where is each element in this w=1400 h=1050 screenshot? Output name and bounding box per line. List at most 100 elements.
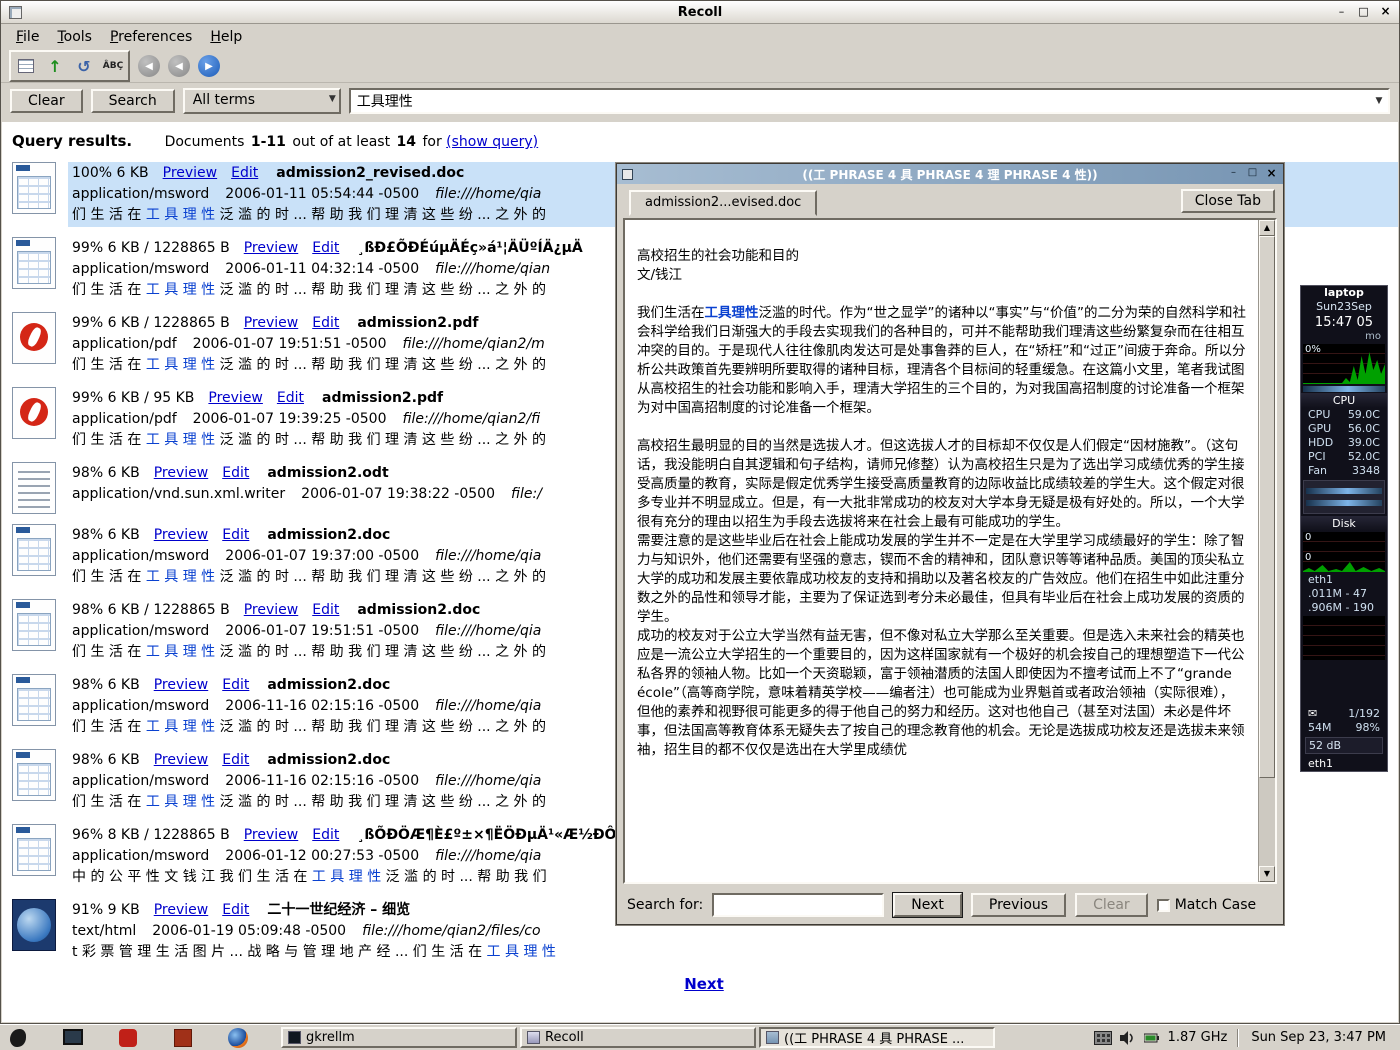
result-edit-link[interactable]: Edit	[222, 752, 249, 768]
gk-cpu-section-label: CPU	[1301, 393, 1387, 408]
query-history-dropdown[interactable]: ▼	[1370, 90, 1388, 112]
rebuild-icon[interactable]: ↺	[71, 54, 97, 78]
media-player-icon[interactable]	[116, 1027, 140, 1049]
close-tab-button[interactable]: Close Tab	[1181, 189, 1275, 213]
result-preview-link[interactable]: Preview	[163, 165, 218, 181]
result-preview-link[interactable]: Preview	[154, 527, 209, 543]
window-icon	[527, 1031, 540, 1044]
menu-item-file[interactable]: File	[7, 26, 48, 48]
search-bar: Clear Search All terms ▼ ▼	[1, 83, 1399, 119]
gk-disk-section-label: Disk	[1301, 516, 1387, 531]
preview-close-icon[interactable]: ×	[1264, 166, 1279, 181]
title-bar[interactable]: Recoll – □ ×	[1, 1, 1399, 24]
gk-temp-label: CPU	[1308, 408, 1330, 422]
find-clear-button[interactable]: Clear	[1075, 893, 1148, 917]
result-edit-link[interactable]: Edit	[222, 465, 249, 481]
result-edit-link[interactable]: Edit	[231, 165, 258, 181]
gk-temp-row: HDD39.0C	[1301, 436, 1387, 450]
result-preview-link[interactable]: Preview	[244, 240, 299, 256]
result-url: file:/	[511, 486, 542, 502]
taskbar-window-button[interactable]: Recoll	[520, 1027, 756, 1048]
taskbar-window-button[interactable]: ((工 PHRASE 4 具 PHRASE ...	[759, 1027, 995, 1048]
minimize-icon[interactable]: –	[1333, 4, 1350, 20]
scrollbar-thumb[interactable]	[1259, 236, 1275, 778]
menu-item-tools[interactable]: Tools	[48, 26, 101, 48]
scrollbar-track[interactable]	[1259, 236, 1275, 866]
result-edit-link[interactable]: Edit	[312, 315, 339, 331]
maximize-icon[interactable]: □	[1355, 4, 1372, 20]
close-icon[interactable]: ×	[1377, 4, 1394, 20]
result-preview-link[interactable]: Preview	[244, 602, 299, 618]
gk-krell-2[interactable]	[1306, 500, 1382, 506]
find-previous-button[interactable]: Previous	[971, 893, 1066, 917]
gk-temp-row: GPU56.0C	[1301, 422, 1387, 436]
result-edit-link[interactable]: Edit	[277, 390, 304, 406]
result-preview-link[interactable]: Preview	[244, 827, 299, 843]
result-edit-link[interactable]: Edit	[312, 240, 339, 256]
taskbar-clock: Sun Sep 23, 3:47 PM	[1251, 1030, 1386, 1045]
result-edit-link[interactable]: Edit	[312, 827, 339, 843]
result-url: file:///home/qian2/fi	[402, 411, 540, 427]
package-icon[interactable]	[171, 1027, 195, 1049]
snippet-text: 们 生 活 在	[72, 357, 146, 373]
result-url: file:///home/qian2/m	[402, 336, 544, 352]
scroll-down-icon[interactable]: ▼	[1259, 866, 1275, 882]
preview-minimize-icon[interactable]: –	[1226, 166, 1241, 181]
menu-item-preferences[interactable]: Preferences	[101, 26, 201, 48]
term-explorer-icon[interactable]: ÂBÇ	[100, 54, 126, 78]
result-preview-link[interactable]: Preview	[208, 390, 263, 406]
match-case-option[interactable]: Match Case	[1157, 897, 1256, 913]
screen-icon[interactable]	[61, 1027, 85, 1049]
volume-icon[interactable]	[1120, 1031, 1136, 1045]
search-mode-select[interactable]: All terms ▼	[183, 88, 341, 114]
preview-tab[interactable]: admission2...evised.doc	[629, 190, 817, 216]
footprint-icon[interactable]	[6, 1027, 30, 1049]
pagination: Next	[10, 974, 1398, 993]
toolbar: ↑ ↺ ÂBÇ ◀ ◀ ▶	[1, 50, 1399, 83]
result-preview-link[interactable]: Preview	[154, 752, 209, 768]
next-page-link[interactable]: Next	[684, 975, 724, 993]
result-preview-link[interactable]: Preview	[154, 902, 209, 918]
nav-forward-icon[interactable]: ▶	[198, 55, 220, 77]
update-index-icon[interactable]: ↑	[42, 54, 68, 78]
gk-sensor-panel	[1303, 480, 1385, 514]
match-case-checkbox[interactable]	[1157, 899, 1170, 912]
gk-net-tx-row: .906M - 190	[1301, 601, 1387, 615]
find-next-button[interactable]: Next	[893, 893, 962, 917]
doc-history-icon[interactable]	[13, 54, 39, 78]
clear-button[interactable]: Clear	[10, 89, 83, 113]
result-url: file:///home/qia	[435, 698, 541, 714]
result-preview-link[interactable]: Preview	[244, 315, 299, 331]
battery-icon[interactable]	[1144, 1032, 1160, 1044]
result-mime-type: application/msword	[72, 186, 209, 202]
taskbar-window-button[interactable]: gkrellm	[281, 1027, 517, 1048]
nav-first-icon[interactable]: ◀	[138, 55, 160, 77]
green-arrow-icon: ↑	[48, 57, 61, 76]
gk-temp-value: 52.0C	[1348, 450, 1380, 464]
result-edit-link[interactable]: Edit	[222, 527, 249, 543]
firefox-icon[interactable]	[226, 1027, 250, 1049]
nav-back-icon[interactable]: ◀	[168, 55, 190, 77]
docs-middle: out of at least	[292, 134, 390, 150]
preview-tab-bar: admission2...evised.doc Close Tab	[617, 184, 1283, 216]
preview-search-input[interactable]	[712, 893, 884, 917]
show-query-link[interactable]: (show query)	[446, 134, 538, 150]
gk-cpu-krell[interactable]	[1303, 386, 1385, 392]
result-preview-link[interactable]: Preview	[154, 465, 209, 481]
result-preview-link[interactable]: Preview	[154, 677, 209, 693]
gk-krell-1[interactable]	[1306, 488, 1382, 494]
menu-item-help[interactable]: Help	[201, 26, 251, 48]
keyboard-layout-icon[interactable]	[1094, 1031, 1112, 1045]
search-input[interactable]	[351, 93, 1370, 109]
preview-title-bar[interactable]: ((工 PHRASE 4 具 PHRASE 4 理 PHRASE 4 性)) –…	[617, 164, 1283, 184]
scroll-up-icon[interactable]: ▲	[1259, 220, 1275, 236]
result-edit-link[interactable]: Edit	[312, 602, 339, 618]
search-button[interactable]: Search	[91, 89, 175, 113]
preview-maximize-icon[interactable]: □	[1245, 166, 1260, 181]
preview-scrollbar: ▲ ▼	[1258, 220, 1275, 882]
result-title: ¸ßÕÐÖÆ¶È£º±×¶ËÖÐµÄ¹«Æ½ÐÔ	[357, 827, 616, 843]
result-edit-link[interactable]: Edit	[222, 677, 249, 693]
gk-memory-row: 54M 98%	[1301, 721, 1387, 735]
preview-text-run: 需要注意的是这些毕业后在社会上能成功发展的学生并不一定是在大学里学习成绩最好的学…	[637, 533, 1245, 625]
result-edit-link[interactable]: Edit	[222, 902, 249, 918]
